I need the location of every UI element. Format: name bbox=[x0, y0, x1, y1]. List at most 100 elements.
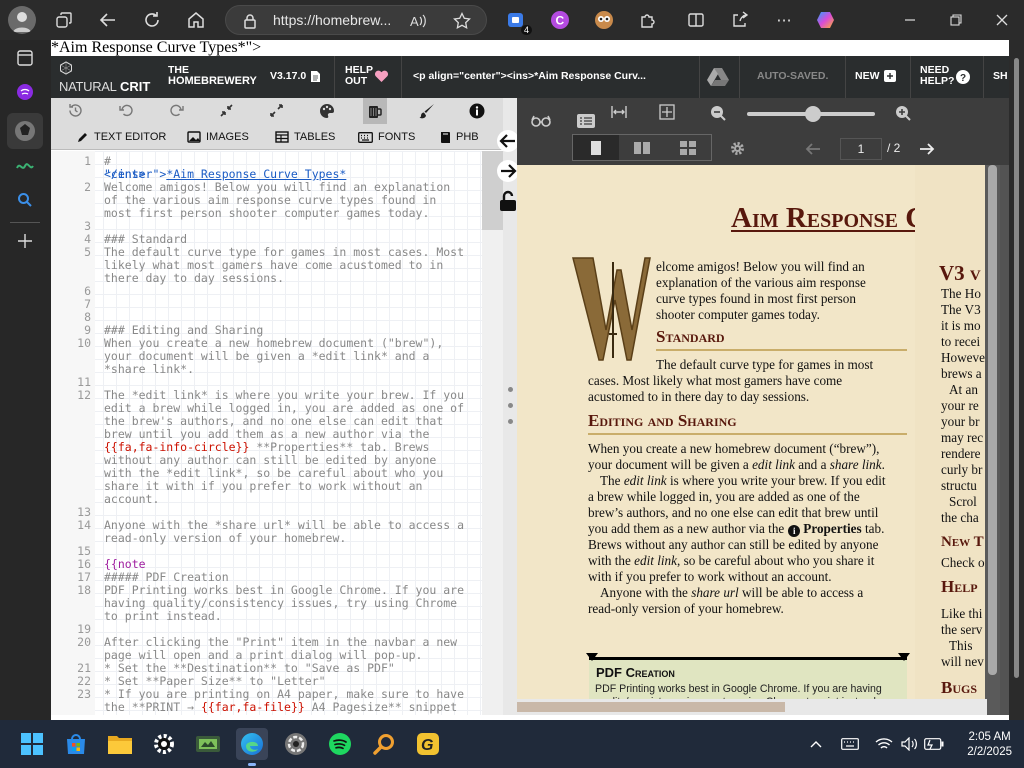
homebrewery-brand[interactable]: THE HOMEBREWERY bbox=[168, 65, 257, 87]
editor-tabs: TEXT EDITOR IMAGES TABLES FONTS PHB bbox=[51, 124, 517, 150]
natural-crit-logo[interactable]: NATURAL CRIT bbox=[59, 59, 154, 95]
sidebar-add-icon[interactable] bbox=[12, 228, 38, 254]
nav-separator bbox=[334, 56, 335, 98]
redo-icon[interactable] bbox=[169, 103, 184, 118]
extension-wallet-icon[interactable]: 4 bbox=[504, 8, 532, 35]
edge-icon[interactable] bbox=[236, 728, 268, 766]
text-line: The Ho bbox=[941, 286, 981, 301]
back-icon[interactable] bbox=[96, 8, 120, 32]
info-circle-icon[interactable] bbox=[469, 103, 485, 119]
sidebar-app-purple-icon[interactable] bbox=[12, 79, 38, 105]
gpu-app-icon[interactable] bbox=[192, 728, 224, 760]
grammarly-icon[interactable]: G bbox=[412, 728, 444, 760]
new-button[interactable]: NEW bbox=[855, 70, 896, 82]
profile-avatar[interactable] bbox=[8, 6, 36, 34]
text-line: The default curve type for games in most bbox=[656, 357, 874, 372]
check-text: Check o bbox=[941, 555, 985, 570]
zoom-slider-thumb[interactable] bbox=[805, 106, 821, 122]
brew-snippets-button[interactable] bbox=[363, 98, 387, 124]
unlock-icon[interactable] bbox=[498, 190, 518, 212]
refresh-icon[interactable] bbox=[140, 8, 164, 32]
list-icon[interactable] bbox=[577, 114, 595, 128]
close-window-icon[interactable] bbox=[990, 8, 1014, 32]
drag-handle-dot bbox=[508, 419, 513, 424]
grid-pages-button[interactable] bbox=[665, 135, 711, 160]
autosaved-status: AUTO-SAVED. bbox=[757, 70, 829, 82]
zoom-in-icon[interactable] bbox=[895, 105, 911, 121]
horizontal-scroll-thumb[interactable] bbox=[517, 702, 785, 712]
help-out-line2: OUT bbox=[345, 75, 368, 87]
restore-icon[interactable] bbox=[944, 8, 968, 32]
expand-icon[interactable] bbox=[269, 103, 284, 118]
tab-actions-icon[interactable] bbox=[12, 45, 38, 71]
facing-pages-button[interactable] bbox=[619, 135, 665, 160]
tab-text-editor[interactable]: TEXT EDITOR bbox=[77, 128, 166, 146]
pane-divider[interactable] bbox=[497, 98, 519, 715]
start-icon[interactable] bbox=[16, 728, 48, 760]
favorite-star-icon[interactable] bbox=[450, 9, 474, 33]
tab-label: FONTS bbox=[378, 131, 416, 143]
code-editor[interactable]: 1 2 3 4 5 6 7 8 9 10 11 12 13 14 15 16 17 18 19 20 21 22 23 # … bbox=[51, 151, 503, 715]
zoom-slider[interactable] bbox=[747, 106, 875, 122]
editor-scrollbar[interactable] bbox=[482, 151, 503, 715]
browser-scroll-thumb[interactable] bbox=[1014, 58, 1019, 678]
zoom-out-icon[interactable] bbox=[710, 105, 726, 121]
next-page-icon[interactable] bbox=[919, 142, 935, 156]
split-screen-icon[interactable] bbox=[684, 8, 708, 32]
copilot-icon[interactable] bbox=[814, 8, 838, 32]
extension-owl-icon[interactable] bbox=[592, 8, 616, 32]
minimize-icon[interactable] bbox=[898, 8, 922, 32]
d20-icon bbox=[60, 61, 72, 75]
wifi-icon[interactable] bbox=[870, 728, 898, 760]
aperture-app-icon[interactable] bbox=[280, 728, 312, 760]
tab-tables[interactable]: TABLES bbox=[275, 128, 335, 146]
version-link[interactable]: V3.17.0 bbox=[270, 70, 321, 83]
sidebar-app-active-icon[interactable] bbox=[7, 113, 43, 149]
note-corner bbox=[898, 653, 910, 661]
file-explorer-icon[interactable] bbox=[104, 728, 136, 760]
google-drive-icon[interactable] bbox=[707, 67, 729, 87]
help-out-button[interactable]: HELP OUT bbox=[345, 65, 389, 87]
tab-phb[interactable]: PHB bbox=[440, 128, 479, 146]
extension-c-icon[interactable]: C bbox=[548, 8, 572, 32]
undo-icon[interactable] bbox=[119, 103, 134, 118]
preview-scrollbar[interactable] bbox=[985, 165, 1000, 715]
share-icon[interactable] bbox=[728, 8, 752, 32]
single-page-button[interactable] bbox=[573, 135, 619, 160]
search-app-icon[interactable] bbox=[368, 728, 400, 760]
fit-width-icon[interactable] bbox=[611, 105, 627, 119]
browser-scrollbar[interactable] bbox=[1009, 40, 1024, 720]
tab-images[interactable]: IMAGES bbox=[187, 128, 249, 146]
line-number: 2 bbox=[84, 180, 91, 194]
workspaces-icon[interactable] bbox=[52, 8, 76, 32]
tab-fonts[interactable]: FONTS bbox=[358, 128, 415, 146]
sidebar-app-green-icon[interactable] bbox=[12, 153, 38, 179]
share-button[interactable]: SH bbox=[993, 71, 1008, 82]
spotify-icon[interactable] bbox=[324, 728, 356, 760]
extensions-puzzle-icon[interactable] bbox=[636, 8, 660, 32]
preview-scroll-thumb[interactable] bbox=[988, 165, 997, 675]
page-number-input[interactable]: 1 bbox=[840, 138, 882, 160]
preview-horizontal-scrollbar[interactable] bbox=[517, 699, 987, 715]
settings-gear-icon[interactable] bbox=[729, 140, 746, 157]
store-icon[interactable] bbox=[60, 728, 92, 760]
more-menu-icon[interactable]: ··· bbox=[772, 8, 796, 32]
previous-page-icon[interactable] bbox=[805, 142, 821, 156]
fit-page-icon[interactable] bbox=[659, 104, 675, 120]
read-aloud-icon[interactable]: A bbox=[406, 9, 430, 33]
sidebar-search-icon[interactable] bbox=[12, 187, 38, 213]
spectacles-icon[interactable] bbox=[531, 114, 551, 128]
history-icon[interactable] bbox=[68, 103, 83, 118]
address-bar[interactable]: https://homebrew... A bbox=[225, 5, 487, 35]
keyboard-tray-icon[interactable] bbox=[836, 728, 864, 760]
home-icon[interactable] bbox=[184, 8, 208, 32]
gear-app-icon[interactable] bbox=[148, 728, 180, 760]
palette-icon[interactable] bbox=[319, 103, 335, 119]
brush-icon[interactable] bbox=[419, 103, 435, 119]
need-help-button[interactable]: NEED HELP? ? bbox=[920, 65, 970, 87]
show-hidden-icons-chevron-icon[interactable] bbox=[804, 728, 828, 760]
lock-icon[interactable] bbox=[238, 9, 262, 33]
collapse-icon[interactable] bbox=[219, 103, 234, 118]
system-clock[interactable]: 2:05 AM 2/2/2025 bbox=[967, 730, 1012, 760]
battery-icon[interactable] bbox=[920, 728, 948, 760]
